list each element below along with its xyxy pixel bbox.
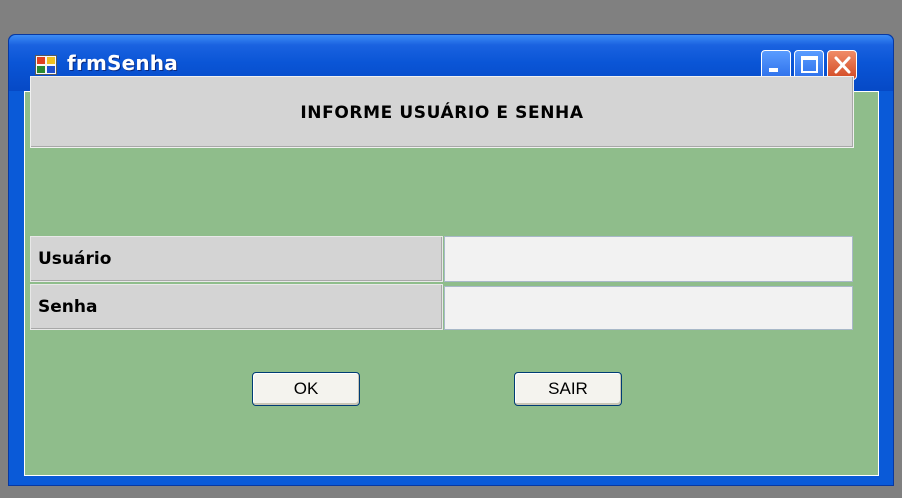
close-icon — [834, 56, 851, 74]
form-heading: INFORME USUÁRIO E SENHA — [300, 103, 584, 123]
maximize-icon — [801, 56, 818, 73]
minimize-icon — [769, 68, 778, 72]
password-field[interactable] — [444, 286, 853, 330]
exit-button[interactable]: SAIR — [514, 372, 622, 406]
password-label: Senha — [30, 284, 443, 330]
username-field[interactable] — [444, 236, 853, 282]
username-label: Usuário — [30, 236, 443, 282]
ok-button[interactable]: OK — [252, 372, 360, 406]
window-title: frmSenha — [67, 51, 178, 75]
form-heading-panel: INFORME USUÁRIO E SENHA — [30, 76, 854, 148]
form-app-icon[interactable] — [35, 55, 57, 75]
